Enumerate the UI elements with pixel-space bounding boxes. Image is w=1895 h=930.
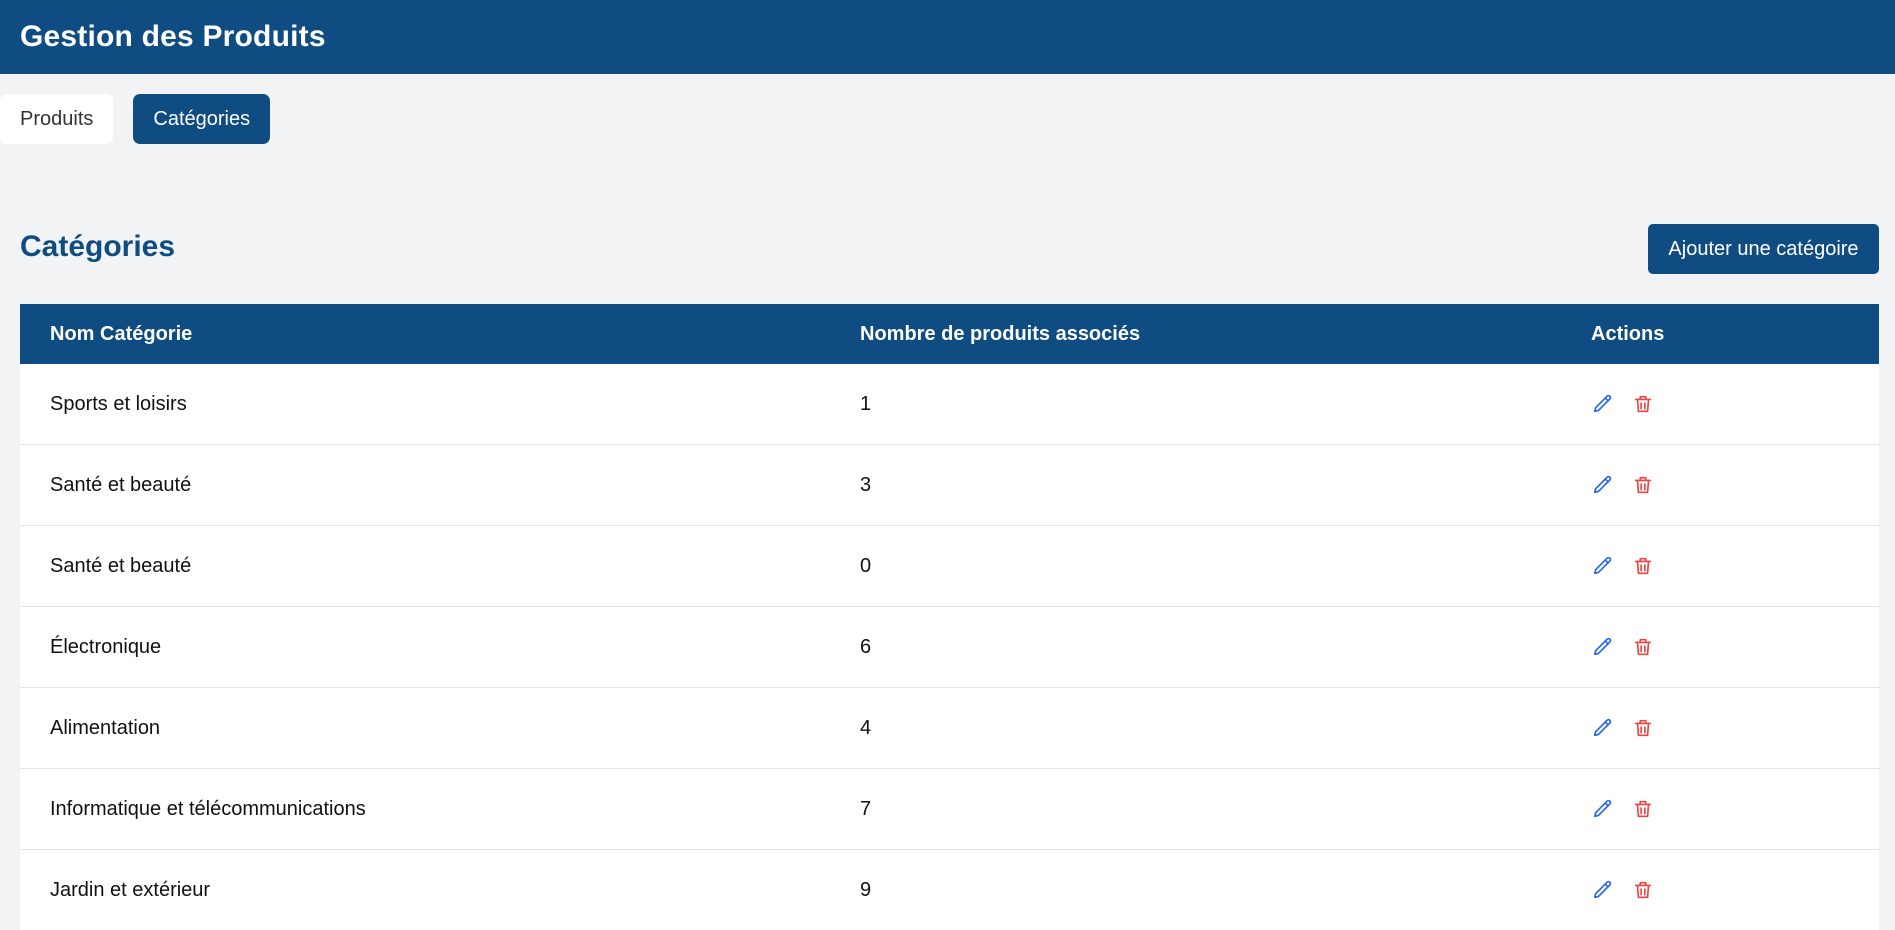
pencil-icon[interactable]: [1591, 473, 1615, 497]
categories-table: Nom Catégorie Nombre de produits associé…: [20, 304, 1879, 930]
table-row: Santé et beauté 0: [20, 525, 1879, 606]
table-header: Nom Catégorie Nombre de produits associé…: [20, 304, 1879, 364]
table-body: Sports et loisirs 1 Santé et beauté 3 Santé …: [20, 364, 1879, 930]
column-header-actions: Actions: [1591, 322, 1665, 345]
pencil-icon[interactable]: [1591, 392, 1615, 416]
tab-bar: Produits Catégories: [0, 94, 271, 144]
table-row: Alimentation 4: [20, 687, 1879, 768]
trash-icon[interactable]: [1631, 797, 1655, 821]
category-name-cell: Sports et loisirs: [50, 392, 187, 415]
trash-icon[interactable]: [1631, 473, 1655, 497]
table-row: Santé et beauté 3: [20, 444, 1879, 525]
category-name-cell: Santé et beauté: [50, 473, 192, 496]
actions-cell: [1591, 473, 1879, 497]
column-header-count: Nombre de produits associés: [860, 322, 1141, 345]
product-count-cell: 9: [860, 878, 872, 901]
tab-categories[interactable]: Catégories: [133, 94, 271, 144]
pencil-icon[interactable]: [1591, 797, 1615, 821]
trash-icon[interactable]: [1631, 878, 1655, 902]
table-row: Jardin et extérieur 9: [20, 849, 1879, 930]
category-name-cell: Informatique et télécommunications: [50, 797, 366, 820]
app-title: Gestion des Produits: [20, 20, 326, 53]
product-count-cell: 1: [860, 392, 872, 415]
actions-cell: [1591, 635, 1879, 659]
actions-cell: [1591, 554, 1879, 578]
pencil-icon[interactable]: [1591, 878, 1615, 902]
table-row: Sports et loisirs 1: [20, 364, 1879, 444]
trash-icon[interactable]: [1631, 716, 1655, 740]
category-name-cell: Alimentation: [50, 716, 161, 739]
product-count-cell: 7: [860, 797, 872, 820]
product-count-cell: 4: [860, 716, 872, 739]
trash-icon[interactable]: [1631, 554, 1655, 578]
category-name-cell: Électronique: [50, 635, 162, 658]
category-name-cell: Jardin et extérieur: [50, 878, 211, 901]
actions-cell: [1591, 878, 1879, 902]
product-count-cell: 3: [860, 473, 872, 496]
actions-cell: [1591, 797, 1879, 821]
table-row: Informatique et télécommunications 7: [20, 768, 1879, 849]
product-count-cell: 6: [860, 635, 872, 658]
actions-cell: [1591, 392, 1879, 416]
tab-produits[interactable]: Produits: [0, 94, 114, 144]
add-category-button[interactable]: Ajouter une catégoire: [1648, 224, 1879, 274]
column-header-name: Nom Catégorie: [50, 322, 193, 345]
product-count-cell: 0: [860, 554, 872, 577]
pencil-icon[interactable]: [1591, 635, 1615, 659]
trash-icon[interactable]: [1631, 635, 1655, 659]
pencil-icon[interactable]: [1591, 554, 1615, 578]
top-bar: Gestion des Produits: [0, 0, 1895, 74]
category-name-cell: Santé et beauté: [50, 554, 192, 577]
page-title: Catégories: [20, 230, 176, 263]
table-row: Électronique 6: [20, 606, 1879, 687]
trash-icon[interactable]: [1631, 392, 1655, 416]
actions-cell: [1591, 716, 1879, 740]
pencil-icon[interactable]: [1591, 716, 1615, 740]
